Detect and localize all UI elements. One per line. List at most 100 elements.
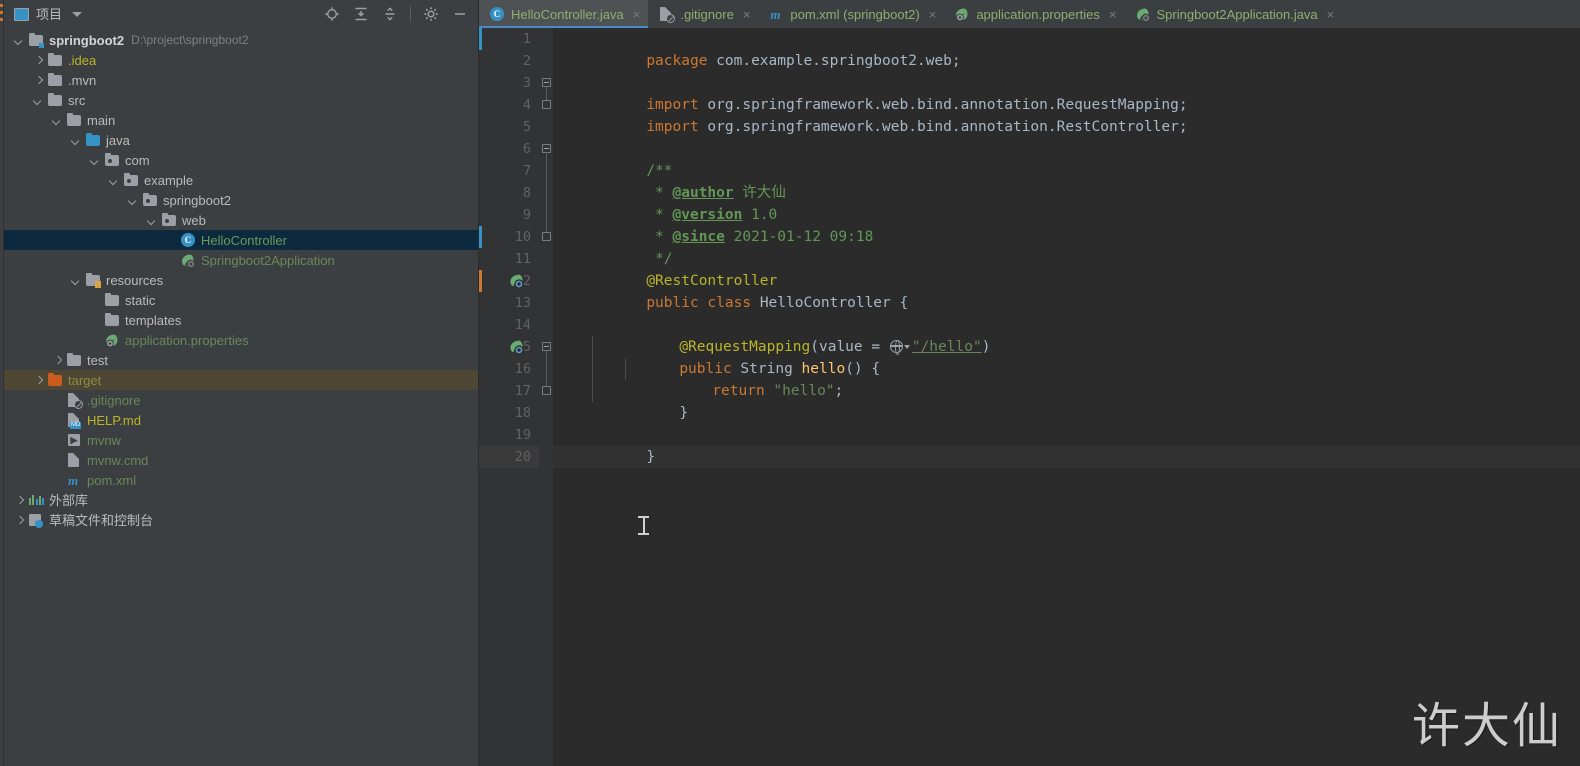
tree-row--[interactable]: 草稿文件和控制台: [4, 510, 478, 530]
tree-row-test[interactable]: test: [4, 350, 478, 370]
tree-row-hellocontroller[interactable]: C HelloController: [4, 230, 478, 250]
globe-icon[interactable]: [889, 339, 903, 355]
editor-tab-springboot2application-java[interactable]: Springboot2Application.java ×: [1125, 0, 1343, 28]
tree-row--idea[interactable]: .idea: [4, 50, 478, 70]
code-folding-column[interactable]: [539, 28, 553, 766]
chevron-down-icon[interactable]: [72, 11, 83, 17]
line-number: 6: [522, 141, 531, 157]
chevron-right-icon[interactable]: [33, 55, 44, 66]
code-content[interactable]: package com.example.springboot2.web; imp…: [553, 28, 1580, 766]
tree-row--gitignore[interactable]: .gitignore: [4, 390, 478, 410]
tree-row-label: 草稿文件和控制台: [49, 512, 154, 528]
close-icon[interactable]: ×: [633, 7, 641, 22]
close-icon[interactable]: ×: [743, 7, 751, 22]
code-line-1: package com.example.springboot2.web;: [559, 28, 960, 69]
collapse-all-icon[interactable]: [378, 2, 402, 26]
markdown-file-icon: MD: [66, 412, 82, 429]
spring-bean-icon[interactable]: [508, 273, 524, 289]
editor-tab-hellocontroller-java[interactable]: C HelloController.java ×: [479, 0, 649, 28]
code-fold-region-line: [546, 86, 547, 100]
folder-icon: [104, 292, 120, 308]
tree-row-web[interactable]: web: [4, 210, 478, 230]
editor-body[interactable]: 1 2 3 4 5 6 7 8 9 10 11 12 13 14 15 16 17 18 19 20 package …: [479, 28, 1580, 766]
chevron-down-icon[interactable]: [71, 135, 82, 146]
editor-tab-application-properties[interactable]: application.properties ×: [944, 0, 1124, 28]
line-number: 14: [514, 317, 531, 333]
expand-all-icon[interactable]: [349, 2, 373, 26]
tree-row-help-md[interactable]: MD HELP.md: [4, 410, 478, 430]
code-line-16: return "hello";: [625, 358, 843, 399]
chevron-down-icon[interactable]: [52, 115, 63, 126]
tree-row-static[interactable]: static: [4, 290, 478, 310]
tree-row-springboot2application[interactable]: Springboot2Application: [4, 250, 478, 270]
class-name: HelloController: [759, 295, 891, 311]
code-line-9: * @since 2021-01-12 09:18: [559, 204, 873, 245]
editor-gutter[interactable]: 1 2 3 4 5 6 7 8 9 10 11 12 13 14 15 16 17 18 19 20: [479, 28, 539, 766]
chevron-down-icon[interactable]: [128, 195, 139, 206]
tree-row-label: springboot2: [163, 192, 231, 208]
maven-xml-icon: m: [770, 7, 781, 22]
semicolon: ;: [834, 383, 844, 399]
tree-row-main[interactable]: main: [4, 110, 478, 130]
chevron-down-icon[interactable]: [71, 275, 82, 286]
minimize-icon[interactable]: [448, 2, 472, 26]
close-icon[interactable]: ×: [1109, 7, 1117, 22]
vcs-change-marker: [479, 28, 482, 50]
tree-row-target[interactable]: target: [4, 370, 478, 390]
chevron-down-icon[interactable]: [33, 95, 44, 106]
tree-row-src[interactable]: src: [4, 90, 478, 110]
close-icon[interactable]: ×: [929, 7, 937, 22]
chevron-right-icon[interactable]: [33, 375, 44, 386]
code-fold-toggle[interactable]: [542, 386, 551, 395]
tree-row-templates[interactable]: templates: [4, 310, 478, 330]
mapping-url-value[interactable]: "/hello": [912, 339, 982, 355]
keyword-package: package: [646, 53, 708, 69]
chevron-down-icon[interactable]: [90, 155, 101, 166]
tree-row-label: java: [106, 132, 130, 148]
editor-tab-pom-xml-springboot2-[interactable]: m pom.xml (springboot2) ×: [758, 0, 944, 28]
tree-row-springboot2[interactable]: springboot2 D:\project\springboot2: [4, 30, 478, 50]
code-fold-toggle[interactable]: [542, 232, 551, 241]
tree-row-application-properties[interactable]: application.properties: [4, 330, 478, 350]
chevron-down-icon[interactable]: [903, 345, 910, 349]
chevron-right-icon[interactable]: [14, 495, 25, 506]
editor-tab--gitignore[interactable]: .gitignore ×: [648, 0, 758, 28]
chevron-right-icon[interactable]: [52, 355, 63, 366]
current-line-highlight: [553, 446, 1580, 468]
chevron-right-icon[interactable]: [14, 515, 25, 526]
project-view-selector[interactable]: 项目: [14, 6, 83, 22]
tree-row-mvnw-cmd[interactable]: mvnw.cmd: [4, 450, 478, 470]
code-fold-toggle[interactable]: [542, 100, 551, 109]
project-tree[interactable]: springboot2 D:\project\springboot2 .idea .m…: [4, 28, 478, 766]
java-class-icon: C: [489, 6, 505, 22]
chevron-right-icon[interactable]: [33, 75, 44, 86]
close-icon[interactable]: ×: [1327, 7, 1335, 22]
tree-row--[interactable]: 外部库: [4, 490, 478, 510]
code-line-17: }: [592, 380, 688, 421]
gear-icon[interactable]: [419, 2, 443, 26]
tree-row-example[interactable]: example: [4, 170, 478, 190]
tree-row-resources[interactable]: resources: [4, 270, 478, 290]
tree-row-label: mvnw.cmd: [87, 452, 149, 468]
project-panel-title: 项目: [36, 6, 63, 22]
tree-row-pom-xml[interactable]: m pom.xml: [4, 470, 478, 490]
folder-icon: [47, 92, 63, 108]
tree-row-springboot2[interactable]: springboot2: [4, 190, 478, 210]
editor-tabbar[interactable]: C HelloController.java × .gitignore × m pom.xm…: [479, 0, 1580, 28]
chevron-down-icon[interactable]: [147, 215, 158, 226]
spring-properties-icon: [954, 6, 970, 22]
tree-arrow-none: [52, 435, 63, 446]
tree-row--mvn[interactable]: .mvn: [4, 70, 478, 90]
locate-target-icon[interactable]: [320, 2, 344, 26]
tree-arrow-none: [166, 255, 177, 266]
chevron-down-icon[interactable]: [14, 35, 25, 46]
spring-request-mapping-icon[interactable]: [508, 339, 524, 355]
project-window-icon: [14, 7, 29, 21]
line-number: 7: [522, 163, 531, 179]
line-number: 17: [514, 383, 531, 399]
folder-icon: [66, 352, 82, 368]
tree-row-com[interactable]: com: [4, 150, 478, 170]
chevron-down-icon[interactable]: [109, 175, 120, 186]
tree-row-java[interactable]: java: [4, 130, 478, 150]
tree-row-mvnw[interactable]: ▶ mvnw: [4, 430, 478, 450]
